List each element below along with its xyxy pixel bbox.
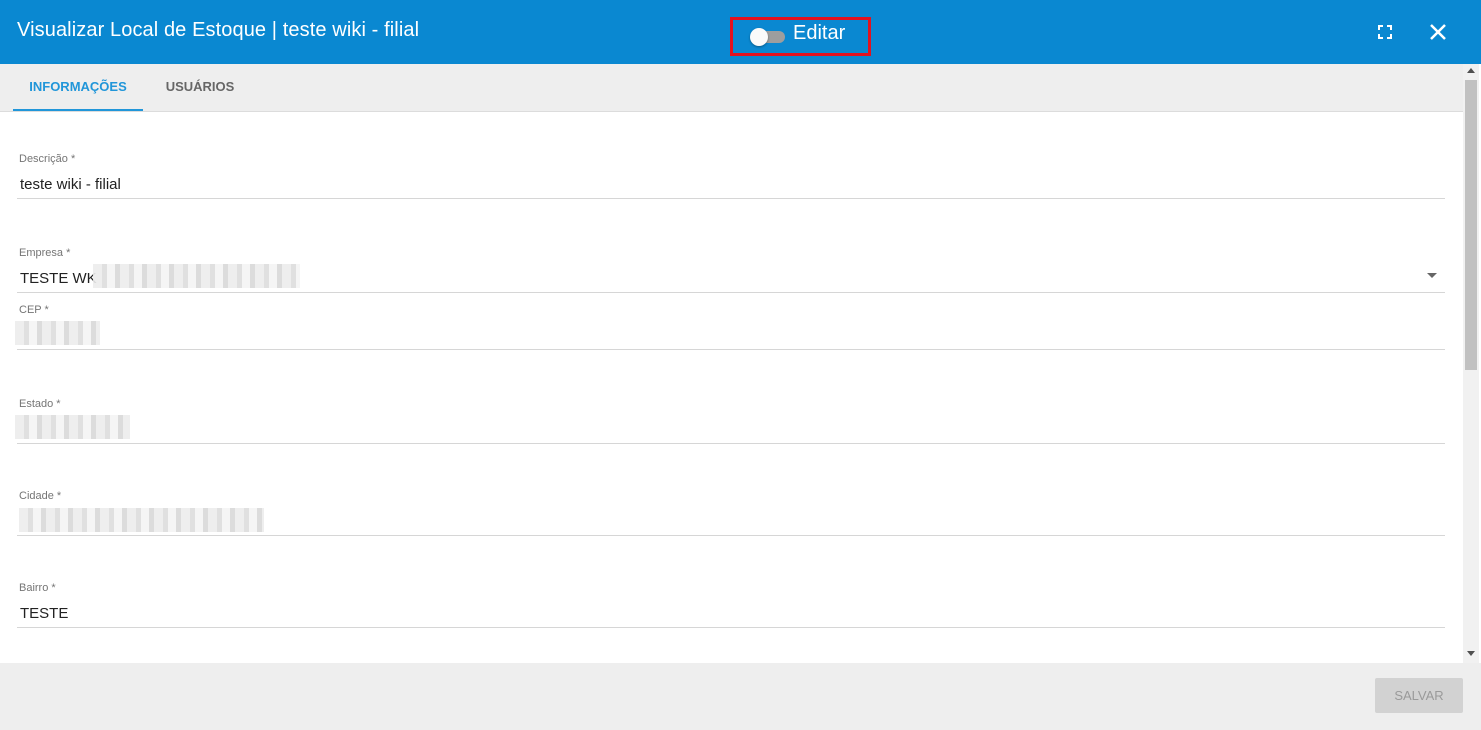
dialog-footer: SALVAR [0, 663, 1481, 730]
cep-field[interactable]: CEP * [15, 302, 1445, 350]
estado-label: Estado * [19, 398, 61, 410]
tab-usuarios[interactable]: USUÁRIOS [150, 64, 250, 111]
estado-field[interactable]: Estado * [15, 396, 1445, 444]
form-content: Descrição * teste wiki - filial Empresa … [0, 113, 1463, 663]
tab-informacoes[interactable]: INFORMAÇÕES [13, 64, 143, 111]
cidade-label: Cidade * [19, 490, 62, 502]
redacted-cep [15, 321, 100, 345]
redacted-estado [15, 415, 130, 439]
edit-toggle-highlight: Editar [730, 17, 871, 56]
scrollbar[interactable] [1463, 64, 1479, 663]
bairro-value[interactable]: TESTE [20, 605, 68, 622]
descricao-field[interactable]: Descrição * teste wiki - filial [17, 151, 1445, 199]
dialog-header: Visualizar Local de Estoque | teste wiki… [0, 0, 1481, 64]
save-button[interactable]: SALVAR [1375, 678, 1463, 713]
redacted-cidade [19, 508, 264, 532]
toggle-thumb[interactable] [750, 28, 768, 46]
fullscreen-icon[interactable] [1373, 20, 1397, 44]
descricao-label: Descrição * [19, 153, 76, 165]
edit-toggle-label[interactable]: Editar [793, 22, 845, 45]
cidade-field[interactable]: Cidade * [17, 488, 1445, 536]
dialog-title: Visualizar Local de Estoque | teste wiki… [17, 19, 420, 41]
chevron-down-icon[interactable] [1427, 273, 1437, 278]
tab-bar: INFORMAÇÕES USUÁRIOS [0, 64, 1463, 112]
scroll-down-arrow-icon[interactable] [1467, 651, 1475, 656]
scroll-thumb[interactable] [1465, 80, 1477, 370]
redacted-empresa [93, 264, 300, 288]
scroll-up-arrow-icon[interactable] [1467, 68, 1475, 73]
close-icon[interactable] [1426, 20, 1450, 44]
empresa-select[interactable]: Empresa * TESTE WK [17, 245, 1445, 293]
empresa-label: Empresa * [19, 247, 71, 259]
edit-toggle[interactable] [750, 28, 785, 46]
empresa-value[interactable]: TESTE WK [20, 270, 97, 287]
dialog: Visualizar Local de Estoque | teste wiki… [0, 0, 1481, 730]
bairro-label: Bairro * [19, 582, 56, 594]
bairro-field[interactable]: Bairro * TESTE [17, 580, 1445, 628]
cep-label: CEP * [19, 304, 49, 316]
descricao-value[interactable]: teste wiki - filial [20, 176, 121, 193]
